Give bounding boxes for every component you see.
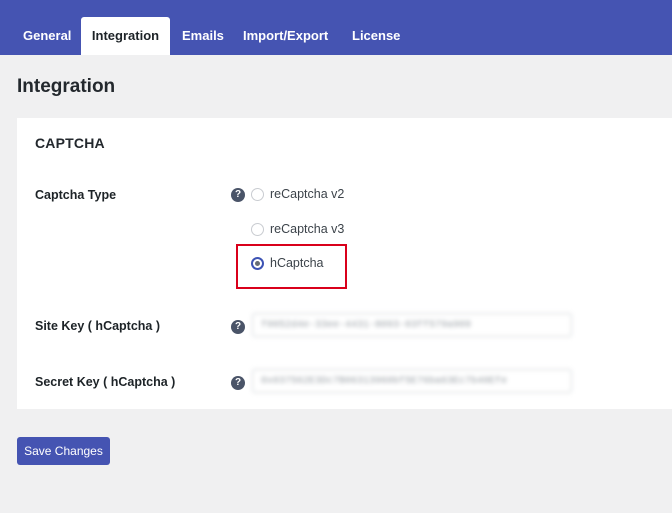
radio-button[interactable] [251,222,264,236]
page-title: Integration [17,76,116,97]
radio-recaptcha-v3[interactable]: reCaptcha v3 [251,220,344,238]
question-mark-icon[interactable]: ? [231,188,245,202]
tab-integration[interactable]: Integration [81,17,170,55]
settings-tab-bar: General Integration Emails Import/Export… [0,0,672,55]
question-mark-icon[interactable]: ? [231,320,245,334]
radio-label: reCaptcha v3 [270,222,345,236]
site-key-input[interactable] [252,313,572,337]
radio-button[interactable] [251,187,264,201]
radio-recaptcha-v2[interactable]: reCaptcha v2 [251,185,344,203]
tab-license[interactable]: License [352,17,400,55]
tab-general[interactable]: General [23,17,71,55]
question-mark-icon[interactable]: ? [231,376,245,390]
tab-import-export[interactable]: Import/Export [243,17,328,55]
secret-key-label: Secret Key ( hCaptcha ) [35,375,176,389]
secret-key-input[interactable] [252,369,572,393]
tab-emails[interactable]: Emails [182,17,224,55]
radio-label: reCaptcha v2 [270,187,345,201]
section-title: CAPTCHA [35,135,105,151]
save-changes-button[interactable]: Save Changes [17,437,110,465]
site-key-label: Site Key ( hCaptcha ) [35,319,161,333]
highlight-box [236,244,347,289]
captcha-type-label: Captcha Type [35,188,117,202]
